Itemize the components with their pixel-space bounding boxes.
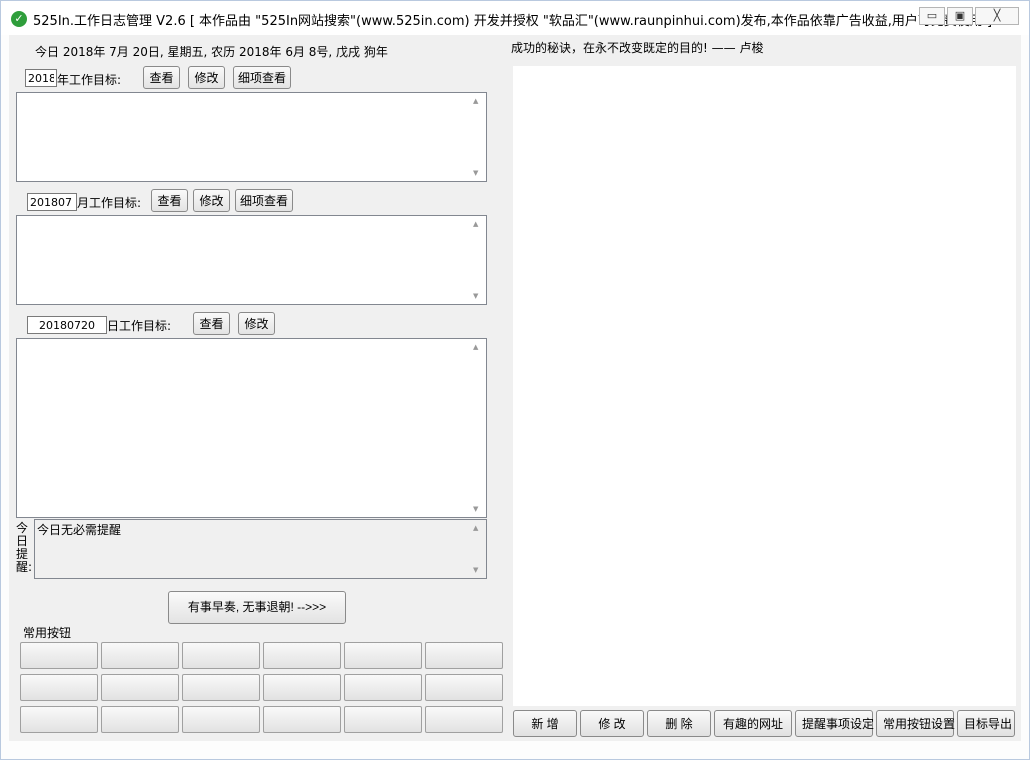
common-button[interactable] — [182, 642, 260, 669]
day-view-button[interactable]: 查看 — [193, 312, 230, 335]
common-button[interactable] — [344, 642, 422, 669]
scroll-down-icon[interactable]: ▼ — [473, 505, 478, 513]
close-button[interactable]: ╳ — [975, 7, 1019, 25]
year-detail-button[interactable]: 细项查看 — [233, 66, 291, 89]
day-goal-textarea[interactable]: ▲ ▼ — [16, 338, 487, 518]
scroll-down-icon[interactable]: ▼ — [473, 292, 478, 300]
add-button[interactable]: 新 增 — [513, 710, 577, 737]
client-area: 今日 2018年 7月 20日, 星期五, 农历 2018年 6月 8号, 戊戌… — [9, 35, 1021, 741]
month-goal-label: 月工作目标: — [77, 196, 142, 210]
action-button[interactable]: 有事早奏, 无事退朝! -->>> — [168, 591, 346, 624]
common-button[interactable] — [263, 706, 341, 733]
window-title: 525In.工作日志管理 V2.6 [ 本作品由 "525In网站搜索"(www… — [33, 14, 993, 29]
month-input[interactable] — [27, 193, 77, 211]
year-goal-label: 年工作目标: — [57, 73, 122, 87]
common-button[interactable] — [101, 674, 179, 701]
common-button[interactable] — [263, 674, 341, 701]
title-bar: ✓ 525In.工作日志管理 V2.6 [ 本作品由 "525In网站搜索"(w… — [1, 1, 1029, 35]
month-view-button[interactable]: 查看 — [151, 189, 188, 212]
reminder-label: 今日提醒: — [16, 521, 33, 574]
common-button[interactable] — [20, 674, 98, 701]
maximize-button[interactable]: ▣ — [947, 7, 973, 25]
common-button[interactable] — [425, 706, 503, 733]
day-input[interactable] — [27, 316, 107, 334]
scroll-up-icon[interactable]: ▲ — [473, 97, 478, 105]
day-edit-button[interactable]: 修改 — [238, 312, 275, 335]
month-detail-button[interactable]: 细项查看 — [235, 189, 293, 212]
common-button[interactable] — [182, 706, 260, 733]
scroll-up-icon[interactable]: ▲ — [473, 220, 478, 228]
log-list-pane[interactable] — [513, 66, 1016, 706]
day-goal-label: 日工作目标: — [107, 319, 172, 333]
reminder-setup-button[interactable]: 提醒事项设定 — [795, 710, 874, 737]
common-button[interactable] — [344, 706, 422, 733]
common-button[interactable] — [20, 706, 98, 733]
reminder-text: 今日无必需提醒 — [37, 523, 122, 537]
common-button[interactable] — [101, 642, 179, 669]
common-button[interactable] — [20, 642, 98, 669]
interesting-sites-button[interactable]: 有趣的网址 — [714, 710, 792, 737]
motto-text: 成功的秘诀，在永不改变既定的目的! —— 卢梭 — [511, 41, 764, 55]
scroll-up-icon[interactable]: ▲ — [473, 343, 478, 351]
common-buttons-label: 常用按钮 — [23, 626, 72, 640]
edit-button[interactable]: 修 改 — [580, 710, 644, 737]
day-goal-scrollbar[interactable]: ▲ ▼ — [469, 339, 486, 517]
common-button-setup-button[interactable]: 常用按钮设置 — [876, 710, 955, 737]
common-button[interactable] — [263, 642, 341, 669]
scroll-down-icon[interactable]: ▼ — [473, 169, 478, 177]
common-button[interactable] — [182, 674, 260, 701]
date-line: 今日 2018年 7月 20日, 星期五, 农历 2018年 6月 8号, 戊戌… — [35, 45, 388, 59]
year-goal-scrollbar[interactable]: ▲ ▼ — [469, 93, 486, 181]
reminder-scrollbar[interactable]: ▲ ▼ — [469, 520, 486, 578]
month-goal-scrollbar[interactable]: ▲ ▼ — [469, 216, 486, 304]
month-edit-button[interactable]: 修改 — [193, 189, 230, 212]
year-input[interactable] — [25, 69, 57, 87]
scroll-down-icon[interactable]: ▼ — [473, 566, 478, 574]
month-goal-textarea[interactable]: ▲ ▼ — [16, 215, 487, 305]
minimize-button[interactable]: ▭ — [919, 7, 945, 25]
export-goals-button[interactable]: 目标导出 — [957, 710, 1015, 737]
app-window: ✓ 525In.工作日志管理 V2.6 [ 本作品由 "525In网站搜索"(w… — [0, 0, 1030, 760]
app-check-icon: ✓ — [11, 11, 27, 27]
common-button[interactable] — [101, 706, 179, 733]
delete-button[interactable]: 删 除 — [647, 710, 711, 737]
reminder-textarea[interactable]: 今日无必需提醒 ▲ ▼ — [34, 519, 487, 579]
year-edit-button[interactable]: 修改 — [188, 66, 225, 89]
scroll-up-icon[interactable]: ▲ — [473, 524, 478, 532]
common-button[interactable] — [344, 674, 422, 701]
common-button[interactable] — [425, 642, 503, 669]
common-button[interactable] — [425, 674, 503, 701]
year-goal-textarea[interactable]: ▲ ▼ — [16, 92, 487, 182]
year-view-button[interactable]: 查看 — [143, 66, 180, 89]
